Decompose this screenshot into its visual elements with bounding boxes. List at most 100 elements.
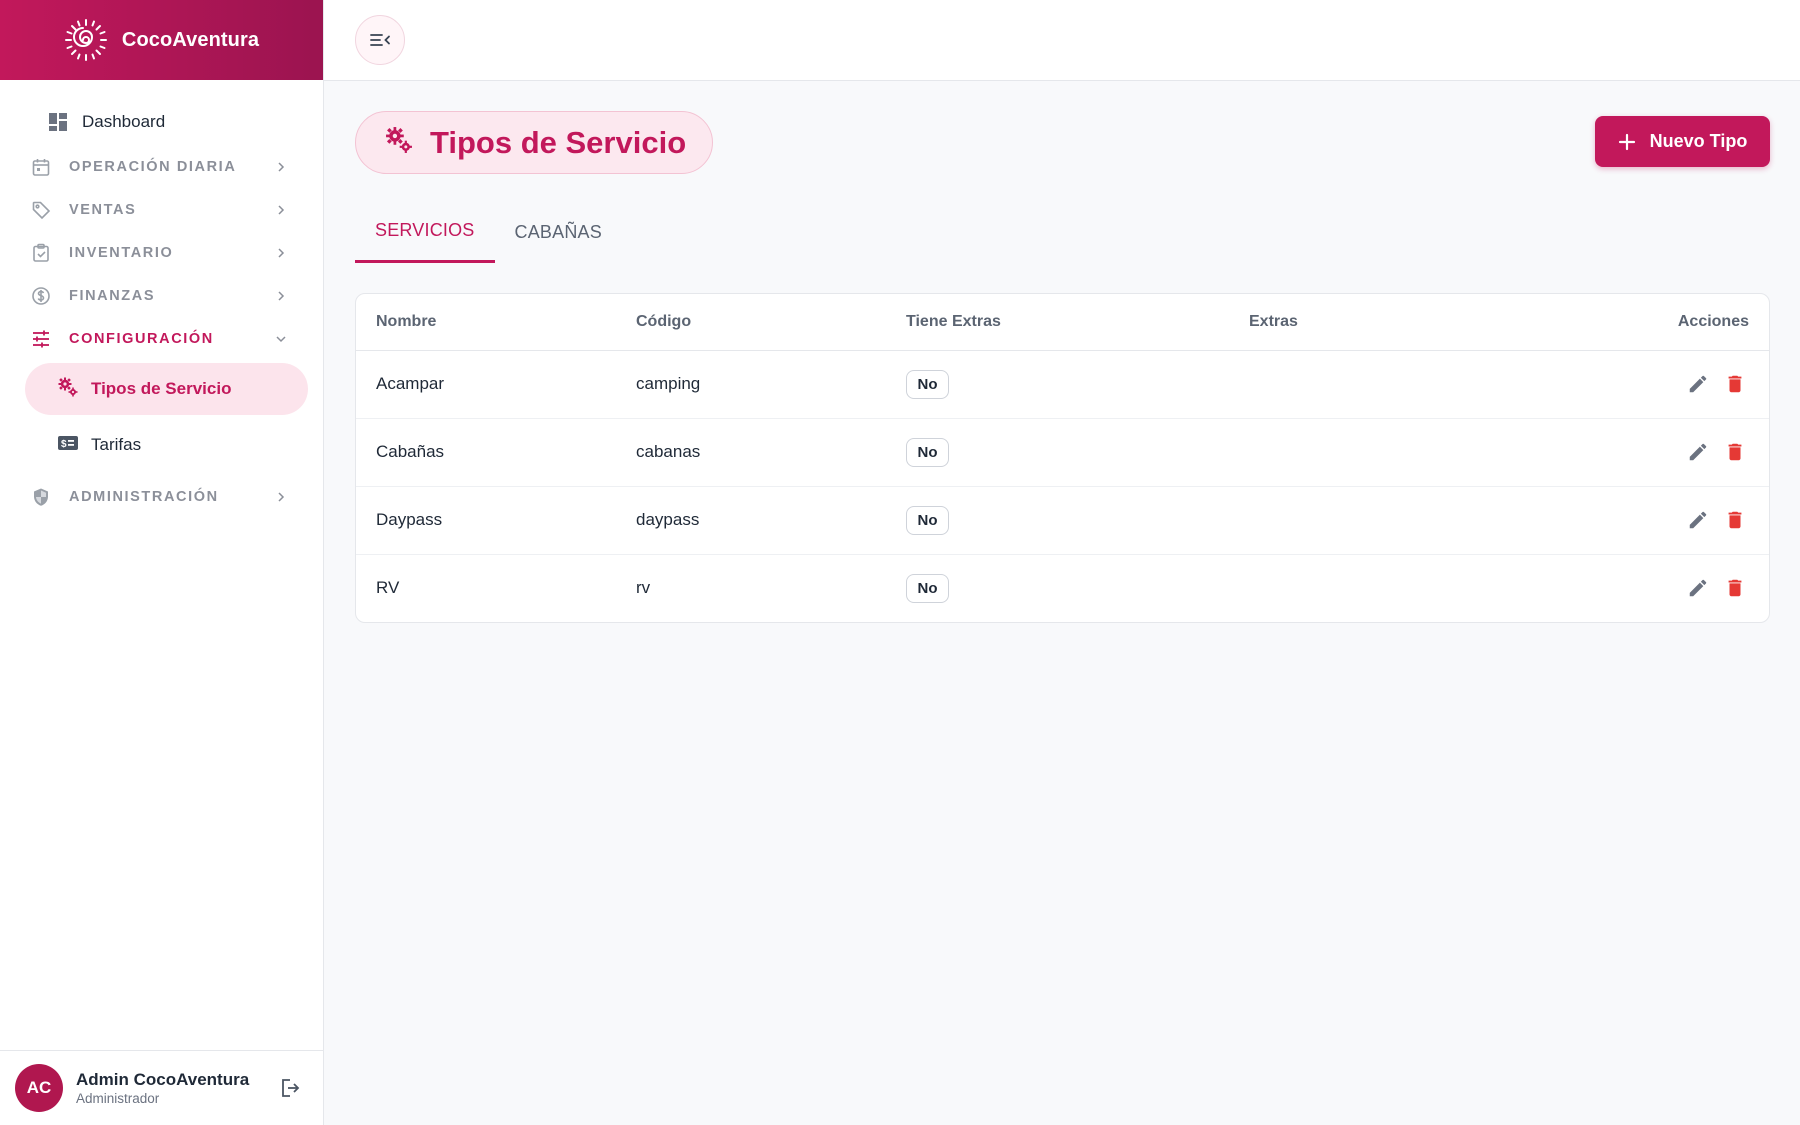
column-header-extras[interactable]: Extras xyxy=(1249,294,1569,351)
edit-button[interactable] xyxy=(1684,574,1712,602)
edit-button[interactable] xyxy=(1684,370,1712,398)
user-name: Admin CocoAventura xyxy=(76,1070,250,1089)
sliders-icon xyxy=(31,329,51,349)
table-row: Cabañas cabanas No xyxy=(356,418,1769,487)
menu-collapse-icon xyxy=(370,34,390,46)
tiene-extras-badge: No xyxy=(906,573,949,603)
cell-codigo: camping xyxy=(636,350,906,419)
cell-codigo: daypass xyxy=(636,486,906,555)
logout-icon[interactable] xyxy=(278,1076,302,1100)
chevron-right-icon xyxy=(278,247,285,258)
user-info: Admin CocoAventura Administrador xyxy=(76,1070,249,1106)
pencil-icon xyxy=(1689,511,1707,529)
tab-servicios[interactable]: SERVICIOS xyxy=(355,201,495,263)
delete-button[interactable] xyxy=(1721,438,1749,466)
sidebar-item-tarifas[interactable]: $ Tarifas xyxy=(25,419,308,471)
cell-extras xyxy=(1249,554,1569,622)
edit-button[interactable] xyxy=(1684,438,1712,466)
new-type-button-label: Nuevo Tipo xyxy=(1649,131,1748,151)
sidebar-item-tipos-de-servicio[interactable]: Tipos de Servicio xyxy=(25,363,308,415)
user-role: Administrador xyxy=(76,1091,160,1106)
service-types-table-card: Nombre Código Tiene Extras Extras Accion… xyxy=(355,293,1770,623)
sidebar-item-label: Tipos de Servicio xyxy=(91,379,232,398)
table-row: RV rv No xyxy=(356,554,1769,622)
sidebar-item-label: Tarifas xyxy=(91,435,142,454)
sidebar-section-label: ADMINISTRACIÓN xyxy=(69,488,219,505)
brand-header[interactable]: CocoAventura xyxy=(0,0,323,80)
column-header-nombre[interactable]: Nombre xyxy=(356,294,636,351)
sidebar-section-label: VENTAS xyxy=(69,201,137,218)
tiene-extras-badge: No xyxy=(906,369,949,399)
chevron-right-icon xyxy=(278,290,285,301)
chevron-right-icon xyxy=(278,161,285,172)
tag-icon xyxy=(31,200,51,220)
cell-extras xyxy=(1249,486,1569,555)
pencil-icon xyxy=(1689,375,1707,393)
trash-icon xyxy=(1728,511,1742,529)
tiene-extras-badge: No xyxy=(906,437,949,467)
clipboard-check-icon xyxy=(31,243,51,263)
cell-nombre: Cabañas xyxy=(356,418,636,487)
pencil-icon xyxy=(1689,579,1707,597)
trash-icon xyxy=(1728,443,1742,461)
cell-nombre: Acampar xyxy=(356,350,636,419)
cell-codigo: cabanas xyxy=(636,418,906,487)
delete-button[interactable] xyxy=(1721,574,1749,602)
chevron-down-icon xyxy=(276,335,286,342)
column-header-tiene-extras[interactable]: Tiene Extras xyxy=(906,294,1249,351)
topbar xyxy=(324,0,1800,81)
sidebar-section-label: FINANZAS xyxy=(69,287,156,304)
sidebar-nav: Dashboard OPERACIÓN DIARIA VENTAS INVENT… xyxy=(0,80,323,518)
trash-icon xyxy=(1728,580,1742,597)
sidebar-section-administracion[interactable]: ADMINISTRACIÓN xyxy=(0,475,323,518)
sun-spiral-logo-icon xyxy=(64,19,107,61)
sidebar-section-configuracion[interactable]: CONFIGURACIÓN xyxy=(0,317,323,360)
gears-icon xyxy=(384,125,414,160)
delete-button[interactable] xyxy=(1721,506,1749,534)
price-tag-icon: $ xyxy=(57,433,79,458)
pencil-icon xyxy=(1689,443,1707,461)
avatar[interactable]: AC xyxy=(15,1064,63,1112)
sidebar-section-inventario[interactable]: INVENTARIO xyxy=(0,231,323,274)
user-footer: AC Admin CocoAventura Administrador xyxy=(0,1050,324,1125)
cell-extras xyxy=(1249,350,1569,419)
sidebar: CocoAventura Dashboard OPERACIÓN DIARIA … xyxy=(0,0,324,1125)
plus-icon xyxy=(1618,133,1635,150)
table-header-row: Nombre Código Tiene Extras Extras Accion… xyxy=(356,294,1769,351)
gears-icon xyxy=(57,376,79,403)
page-title: Tipos de Servicio xyxy=(355,111,714,174)
edit-button[interactable] xyxy=(1684,506,1712,534)
cell-extras xyxy=(1249,418,1569,487)
shield-icon xyxy=(31,487,51,507)
chevron-right-icon xyxy=(278,204,285,215)
table-row: Daypass daypass No xyxy=(356,486,1769,555)
delete-button[interactable] xyxy=(1721,370,1749,398)
tab-cabanas[interactable]: CABAÑAS xyxy=(495,201,622,263)
tabs: SERVICIOS CABAÑAS xyxy=(355,201,622,263)
trash-icon xyxy=(1728,375,1742,393)
sidebar-section-label: CONFIGURACIÓN xyxy=(69,330,214,347)
sidebar-section-label: OPERACIÓN DIARIA xyxy=(69,158,237,175)
sidebar-section-operacion-diaria[interactable]: OPERACIÓN DIARIA xyxy=(0,145,323,188)
menu-toggle-button[interactable] xyxy=(355,15,405,65)
dollar-circle-icon xyxy=(31,286,51,306)
chevron-right-icon xyxy=(278,491,285,502)
column-header-codigo[interactable]: Código xyxy=(636,294,906,351)
cell-nombre: Daypass xyxy=(356,486,636,555)
sidebar-section-ventas[interactable]: VENTAS xyxy=(0,188,323,231)
cell-codigo: rv xyxy=(636,578,651,598)
page-title-text: Tipos de Servicio xyxy=(430,124,687,160)
sidebar-section-label: INVENTARIO xyxy=(69,244,174,261)
cell-nombre: RV xyxy=(376,578,400,598)
dashboard-icon xyxy=(48,112,68,132)
main-content: Tipos de Servicio Nuevo Tipo SERVICIOS C… xyxy=(324,81,1800,1125)
sidebar-item-dashboard[interactable]: Dashboard xyxy=(0,102,323,142)
table-row: Acampar camping No xyxy=(356,350,1769,419)
sidebar-item-label: Dashboard xyxy=(82,112,166,131)
column-header-acciones: Acciones xyxy=(1569,294,1769,351)
new-type-button[interactable]: Nuevo Tipo xyxy=(1595,116,1770,167)
brand-name: CocoAventura xyxy=(121,28,260,51)
sidebar-section-finanzas[interactable]: FINANZAS xyxy=(0,274,323,317)
svg-text:$: $ xyxy=(61,439,67,450)
service-types-table: Nombre Código Tiene Extras Extras Accion… xyxy=(356,294,1769,622)
